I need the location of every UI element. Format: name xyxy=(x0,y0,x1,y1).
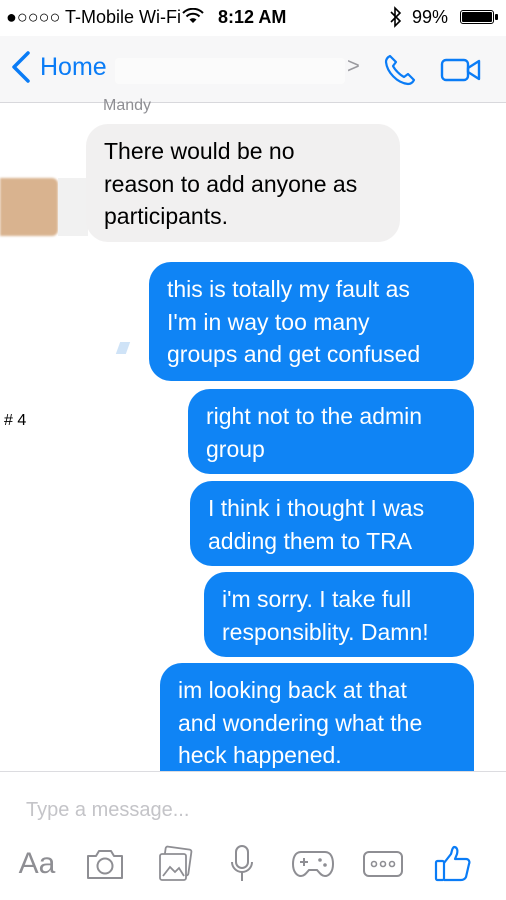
more-button[interactable] xyxy=(360,844,406,884)
chevron-right-icon[interactable]: > xyxy=(347,53,360,79)
status-bar: ●○○○○ T-Mobile Wi-Fi 8:12 AM 99% xyxy=(0,0,506,36)
avatar-shadow xyxy=(58,178,88,236)
photo-icon xyxy=(159,845,193,881)
side-marker: # 4 xyxy=(4,412,27,429)
more-icon xyxy=(363,851,403,877)
composer: Aa xyxy=(0,771,506,900)
camera-icon xyxy=(87,850,123,879)
bluetooth-icon xyxy=(390,6,402,28)
back-button[interactable]: Home xyxy=(10,50,107,84)
video-call-icon[interactable] xyxy=(440,56,482,84)
battery-percent: 99% xyxy=(412,7,449,27)
voice-button[interactable] xyxy=(226,844,258,884)
message-bubble-incoming[interactable]: There would be no reason to add anyone a… xyxy=(86,124,400,242)
navigation-bar: Home > xyxy=(0,36,506,103)
cursor-artifact xyxy=(115,342,131,354)
message-bubble-outgoing[interactable]: this is totally my fault as I'm in way t… xyxy=(149,262,474,381)
clock: 8:12 AM xyxy=(218,7,287,27)
games-button[interactable] xyxy=(290,844,336,884)
chevron-left-icon xyxy=(12,51,30,83)
message-input[interactable] xyxy=(24,792,488,828)
camera-button[interactable] xyxy=(83,844,127,884)
like-button[interactable] xyxy=(432,844,474,884)
back-label: Home xyxy=(40,52,107,81)
wifi-icon xyxy=(182,8,204,23)
message-bubble-outgoing[interactable]: i'm sorry. I take full responsiblity. Da… xyxy=(204,572,474,657)
phone-call-icon[interactable] xyxy=(383,53,417,87)
message-bubble-outgoing[interactable]: I think i thought I was adding them to T… xyxy=(190,481,474,566)
microphone-icon xyxy=(231,845,253,881)
redacted-contact-name xyxy=(115,58,345,84)
thumbs-up-icon xyxy=(434,845,471,882)
battery-icon xyxy=(460,10,498,24)
carrier-label: ●○○○○ T-Mobile Wi-Fi xyxy=(6,7,182,27)
battery-level xyxy=(462,12,492,22)
avatar[interactable] xyxy=(0,178,58,236)
text-format-button[interactable]: Aa xyxy=(14,844,60,884)
message-bubble-outgoing[interactable]: im looking back at that and wondering wh… xyxy=(160,663,474,781)
photo-button[interactable] xyxy=(155,844,195,884)
message-bubble-outgoing[interactable]: right not to the admin group xyxy=(188,389,474,474)
sender-name: Mandy xyxy=(103,97,152,114)
game-controller-icon xyxy=(291,851,335,878)
